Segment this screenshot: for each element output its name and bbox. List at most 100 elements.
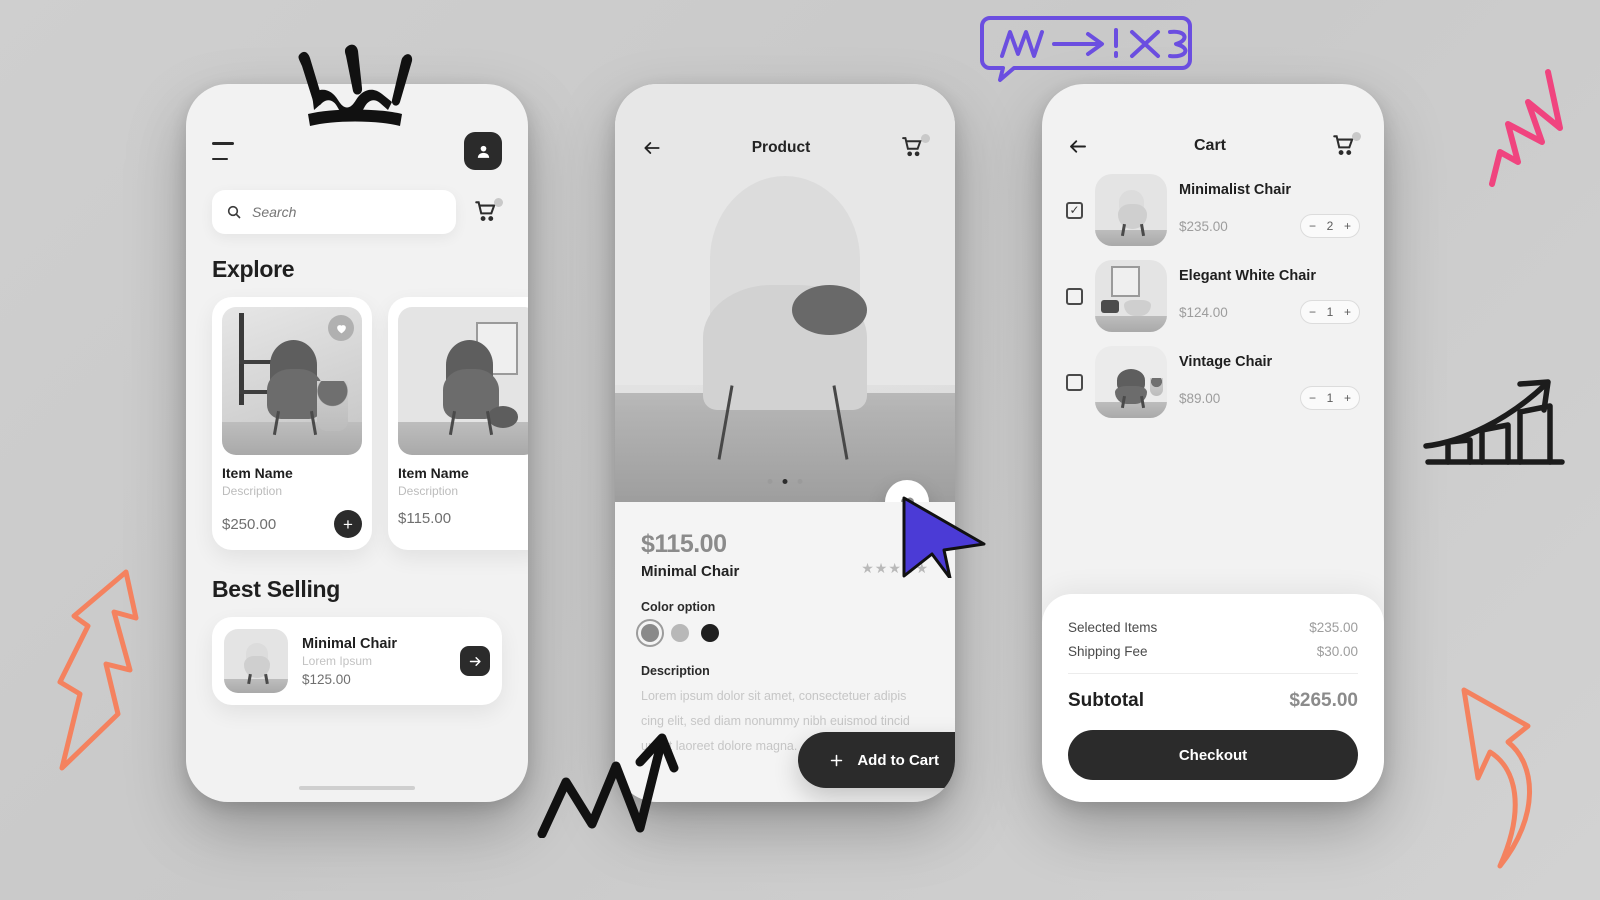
add-to-cart-label: Add to Cart xyxy=(857,751,939,769)
cart-item-row[interactable]: ✓ Minimalist Chair $235.00 − 2 + xyxy=(1042,160,1384,246)
checkout-button[interactable]: Checkout xyxy=(1068,730,1358,780)
shipping-fee-value: $30.00 xyxy=(1316,644,1358,659)
lightning-bolt-doodle xyxy=(57,569,139,771)
cart-item-thumbnail xyxy=(1095,260,1167,332)
product-info: $115.00 Minimal Chair ★★★★★ Color option… xyxy=(615,502,955,759)
carousel-dot-active[interactable] xyxy=(782,479,788,484)
cart-item-price: $89.00 xyxy=(1179,390,1221,406)
explore-card-list: Item Name Description $250.00 + Item Nam… xyxy=(186,283,528,550)
best-selling-title: Best Selling xyxy=(212,576,341,602)
summary-row-shipping: Shipping Fee $30.00 xyxy=(1068,644,1358,659)
canvas: Explore Item Name Description $250.00 + xyxy=(0,0,1600,900)
phone-cart-screen: Cart ✓ Minimalist Chair $235.00 − 2 + El… xyxy=(1042,84,1384,802)
cart-badge xyxy=(494,198,503,207)
summary-row-subtotal: Subtotal $265.00 xyxy=(1068,690,1358,712)
heart-icon[interactable] xyxy=(328,315,354,341)
quantity-increase-button[interactable]: + xyxy=(1344,305,1351,319)
pink-zigzag-doodle xyxy=(1489,69,1563,187)
checkout-label: Checkout xyxy=(1178,746,1248,764)
arrow-right-icon[interactable] xyxy=(460,646,490,676)
rating-stars: ★★★★★ xyxy=(861,560,929,576)
quantity-value: 1 xyxy=(1326,305,1334,319)
best-selling-card[interactable]: Minimal Chair Lorem Ipsum $125.00 xyxy=(212,617,502,705)
quantity-decrease-button[interactable]: − xyxy=(1309,305,1316,319)
user-avatar-icon[interactable] xyxy=(464,132,502,170)
explore-title: Explore xyxy=(212,256,295,282)
cart-badge xyxy=(921,134,930,143)
product-hero-image: Product xyxy=(615,84,955,502)
cart-item-name: Minimalist Chair xyxy=(1179,182,1291,198)
quantity-stepper[interactable]: − 1 + xyxy=(1300,386,1360,410)
divider xyxy=(1068,673,1358,674)
explore-card[interactable]: Item Name Description $115.00 xyxy=(388,297,528,550)
product-price: $115.00 xyxy=(641,530,727,558)
quantity-decrease-button[interactable]: − xyxy=(1309,219,1316,233)
shopping-cart-icon[interactable] xyxy=(472,198,503,226)
summary-row-selected-items: Selected Items $235.00 xyxy=(1068,620,1358,635)
checkbox-icon[interactable] xyxy=(1066,287,1083,305)
detail-header: Product xyxy=(615,134,955,162)
shipping-fee-label: Shipping Fee xyxy=(1068,644,1148,659)
plus-icon xyxy=(831,754,843,766)
speech-bubble-doodle xyxy=(980,16,1192,82)
product-price: $250.00 xyxy=(222,515,277,533)
product-price: $115.00 xyxy=(398,510,452,527)
product-name: Item Name xyxy=(398,465,469,481)
product-description: Description xyxy=(398,484,459,498)
search-icon xyxy=(227,205,241,219)
arrow-left-icon[interactable] xyxy=(1066,136,1090,157)
product-thumbnail xyxy=(398,307,528,455)
quantity-stepper[interactable]: − 2 + xyxy=(1300,214,1360,238)
heart-icon xyxy=(900,497,914,502)
checkbox-icon-checked[interactable]: ✓ xyxy=(1066,201,1083,219)
cart-item-thumbnail xyxy=(1095,346,1167,418)
product-name: Item Name xyxy=(222,465,293,481)
cart-header: Cart xyxy=(1042,84,1384,160)
quantity-value: 1 xyxy=(1326,391,1334,405)
quantity-stepper[interactable]: − 1 + xyxy=(1300,300,1360,324)
best-selling-subtitle: Lorem Ipsum xyxy=(302,653,373,668)
quantity-decrease-button[interactable]: − xyxy=(1309,391,1316,405)
cart-badge xyxy=(1352,132,1361,141)
description-label: Description xyxy=(641,664,710,678)
carousel-dot[interactable] xyxy=(767,479,773,484)
arrow-left-icon[interactable] xyxy=(641,138,663,158)
best-selling-thumbnail xyxy=(224,629,288,693)
selected-items-label: Selected Items xyxy=(1068,620,1158,635)
page-title: Product xyxy=(751,139,811,156)
cart-item-name: Elegant White Chair xyxy=(1179,268,1316,284)
search-box[interactable] xyxy=(212,190,456,234)
subtotal-value: $265.00 xyxy=(1289,690,1358,711)
shopping-cart-icon[interactable] xyxy=(899,134,930,162)
color-swatch-list xyxy=(636,619,929,647)
quantity-value: 2 xyxy=(1326,219,1334,233)
shopping-cart-icon[interactable] xyxy=(1330,132,1361,160)
cart-item-row[interactable]: Elegant White Chair $124.00 − 1 + xyxy=(1042,246,1384,332)
color-option-label: Color option xyxy=(641,600,716,614)
selected-items-value: $235.00 xyxy=(1309,620,1358,635)
cart-summary-panel: Selected Items $235.00 Shipping Fee $30.… xyxy=(1042,594,1384,802)
search-input[interactable] xyxy=(252,204,442,220)
quantity-increase-button[interactable]: + xyxy=(1344,391,1351,405)
checkbox-icon[interactable] xyxy=(1066,373,1083,391)
cart-item-thumbnail xyxy=(1095,174,1167,246)
growth-chart-doodle xyxy=(1423,379,1565,465)
carousel-dots[interactable] xyxy=(767,479,803,484)
explore-card[interactable]: Item Name Description $250.00 + xyxy=(212,297,372,550)
hamburger-menu-icon[interactable] xyxy=(212,142,238,160)
subtotal-label: Subtotal xyxy=(1068,690,1144,711)
phone-home-screen: Explore Item Name Description $250.00 + xyxy=(186,84,528,802)
cart-item-price: $235.00 xyxy=(1179,218,1228,234)
cart-item-row[interactable]: Vintage Chair $89.00 − 1 + xyxy=(1042,332,1384,418)
add-to-cart-plus-button[interactable]: + xyxy=(334,510,362,538)
color-swatch-grey[interactable] xyxy=(636,619,664,647)
color-swatch-black[interactable] xyxy=(701,624,719,642)
add-to-cart-button[interactable]: Add to Cart xyxy=(798,732,955,788)
color-swatch-light[interactable] xyxy=(671,624,689,642)
quantity-increase-button[interactable]: + xyxy=(1344,219,1351,233)
best-selling-name: Minimal Chair xyxy=(302,635,398,652)
home-header xyxy=(186,84,528,170)
cart-item-price: $124.00 xyxy=(1179,304,1228,320)
phone-product-detail-screen: Product $115.00 Minimal Chair ★★★★★ Colo… xyxy=(615,84,955,802)
carousel-dot[interactable] xyxy=(797,479,803,484)
